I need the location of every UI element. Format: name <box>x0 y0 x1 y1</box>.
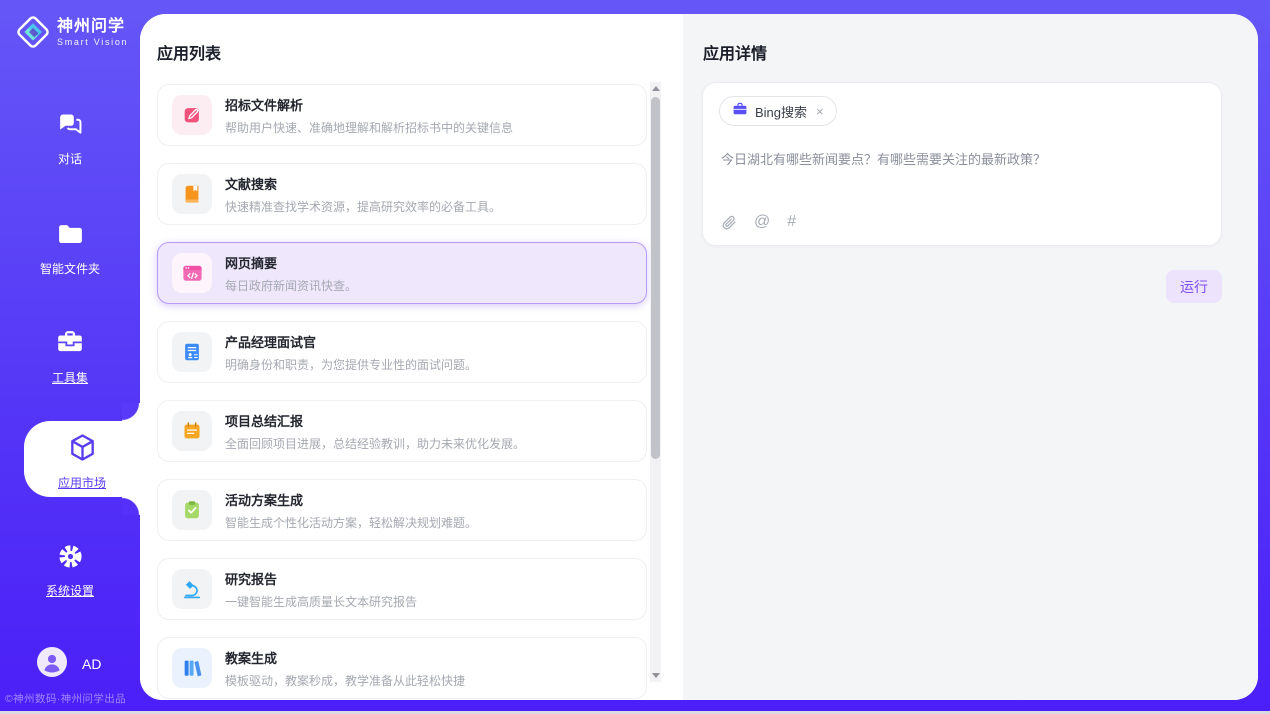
book-icon <box>172 174 212 214</box>
tool-tag-label: Bing搜索 <box>755 102 807 121</box>
run-button[interactable]: 运行 <box>1166 270 1222 303</box>
sidebar-item-label: 工具集 <box>0 369 140 386</box>
edit-square-icon <box>172 95 212 135</box>
brand-logo-icon <box>14 12 52 52</box>
chat-icon <box>56 110 85 140</box>
app-item-description: 模板驱动，教案秒成，教学准备从此轻松快捷 <box>225 672 465 689</box>
app-item-description: 快速精准查找学术资源，提高研究效率的必备工具。 <box>225 198 501 215</box>
app-list-item[interactable]: 文献搜索快速精准查找学术资源，提高研究效率的必备工具。 <box>157 163 647 225</box>
app-item-description: 一键智能生成高质量长文本研究报告 <box>225 593 417 610</box>
cube-icon <box>67 432 98 462</box>
app-item-title: 项目总结汇报 <box>225 411 525 430</box>
clipboard-check-icon <box>172 490 212 530</box>
gear-icon <box>56 542 85 572</box>
app-list-item[interactable]: 网页摘要每日政府新闻资讯快查。 <box>157 242 647 304</box>
books-icon <box>172 648 212 688</box>
app-item-title: 活动方案生成 <box>225 490 477 509</box>
app-detail-title: 应用详情 <box>703 40 767 64</box>
research-icon <box>172 569 212 609</box>
scroll-up-icon[interactable] <box>652 86 660 91</box>
sidebar: 神州问学 Smart Vision 对话智能文件夹工具集应用市场系统设置 AD … <box>0 0 140 714</box>
sidebar-item-label: 对话 <box>0 150 140 167</box>
sidebar-item-system-settings[interactable]: 系统设置 <box>0 542 140 599</box>
at-icon[interactable]: @ <box>754 213 770 231</box>
briefcase-icon <box>732 101 748 122</box>
hash-icon[interactable]: # <box>787 213 796 231</box>
app-list-item[interactable]: 产品经理面试官明确身份和职责，为您提供专业性的面试问题。 <box>157 321 647 383</box>
app-item-description: 智能生成个性化活动方案，轻松解决规划难题。 <box>225 514 477 531</box>
notepad-icon <box>172 411 212 451</box>
active-tab-curve-top <box>122 403 140 421</box>
app-item-description: 全面回顾项目进展，总结经验教训，助力未来优化发展。 <box>225 435 525 452</box>
app-item-title: 研究报告 <box>225 569 417 588</box>
app-list-item[interactable]: 教案生成模板驱动，教案秒成，教学准备从此轻松快捷 <box>157 637 647 699</box>
app-detail-panel: 应用详情 Bing搜索 × 今日湖北有哪些新闻要点？有哪些需要关注的最新政策？ … <box>683 14 1258 700</box>
sidebar-item-smart-folders[interactable]: 智能文件夹 <box>0 220 140 277</box>
sidebar-item-app-market[interactable]: 应用市场 <box>24 421 140 497</box>
app-item-title: 文献搜索 <box>225 174 501 193</box>
app-list-item[interactable]: 研究报告一键智能生成高质量长文本研究报告 <box>157 558 647 620</box>
app-list-item[interactable]: 项目总结汇报全面回顾项目进展，总结经验教训，助力未来优化发展。 <box>157 400 647 462</box>
user-name: AD <box>82 656 101 672</box>
interview-doc-icon <box>172 332 212 372</box>
app-list-item[interactable]: 招标文件解析帮助用户快速、准确地理解和解析招标书中的关键信息 <box>157 84 647 146</box>
scroll-down-icon[interactable] <box>652 673 660 678</box>
copyright: ©神州数码·神州问学出品 <box>5 691 126 706</box>
app-item-description: 帮助用户快速、准确地理解和解析招标书中的关键信息 <box>225 119 513 136</box>
app-list-panel: 应用列表 招标文件解析帮助用户快速、准确地理解和解析招标书中的关键信息文献搜索快… <box>140 14 683 700</box>
app-item-title: 网页摘要 <box>225 253 357 272</box>
app-item-title: 招标文件解析 <box>225 95 513 114</box>
app-item-title: 产品经理面试官 <box>225 332 477 351</box>
brand-name: 神州问学 <box>57 18 128 36</box>
tag-close-icon[interactable]: × <box>816 105 824 118</box>
app-list-item[interactable]: 活动方案生成智能生成个性化活动方案，轻松解决规划难题。 <box>157 479 647 541</box>
main-content: 应用列表 招标文件解析帮助用户快速、准确地理解和解析招标书中的关键信息文献搜索快… <box>140 14 1258 700</box>
app-item-description: 明确身份和职责，为您提供专业性的面试问题。 <box>225 356 477 373</box>
app-list-title: 应用列表 <box>157 40 221 64</box>
app-list: 招标文件解析帮助用户快速、准确地理解和解析招标书中的关键信息文献搜索快速精准查找… <box>157 84 647 699</box>
tool-tag[interactable]: Bing搜索 × <box>719 96 837 126</box>
prompt-input[interactable]: 今日湖北有哪些新闻要点？有哪些需要关注的最新政策？ <box>721 149 1203 168</box>
app-item-description: 每日政府新闻资讯快查。 <box>225 277 357 294</box>
scrollbar-thumb[interactable] <box>651 97 660 459</box>
prompt-card: Bing搜索 × 今日湖北有哪些新闻要点？有哪些需要关注的最新政策？ @ # <box>702 82 1222 246</box>
paperclip-icon[interactable] <box>721 214 737 231</box>
active-tab-curve-bottom <box>122 497 140 515</box>
brand-logo: 神州问学 Smart Vision <box>14 12 128 52</box>
user-account[interactable]: AD <box>37 647 101 680</box>
folder-icon <box>56 220 85 250</box>
app-item-title: 教案生成 <box>225 648 465 667</box>
brand-subtitle: Smart Vision <box>57 37 128 47</box>
avatar <box>37 647 67 680</box>
sidebar-item-label: 应用市场 <box>24 474 140 491</box>
sidebar-item-label: 系统设置 <box>0 582 140 599</box>
toolbox-icon <box>55 328 85 358</box>
web-code-icon <box>172 253 212 293</box>
sidebar-item-chat[interactable]: 对话 <box>0 110 140 167</box>
sidebar-item-label: 智能文件夹 <box>0 260 140 277</box>
scrollbar[interactable] <box>650 82 661 682</box>
sidebar-item-toolset[interactable]: 工具集 <box>0 328 140 386</box>
composer-toolbar: @ # <box>721 213 796 231</box>
